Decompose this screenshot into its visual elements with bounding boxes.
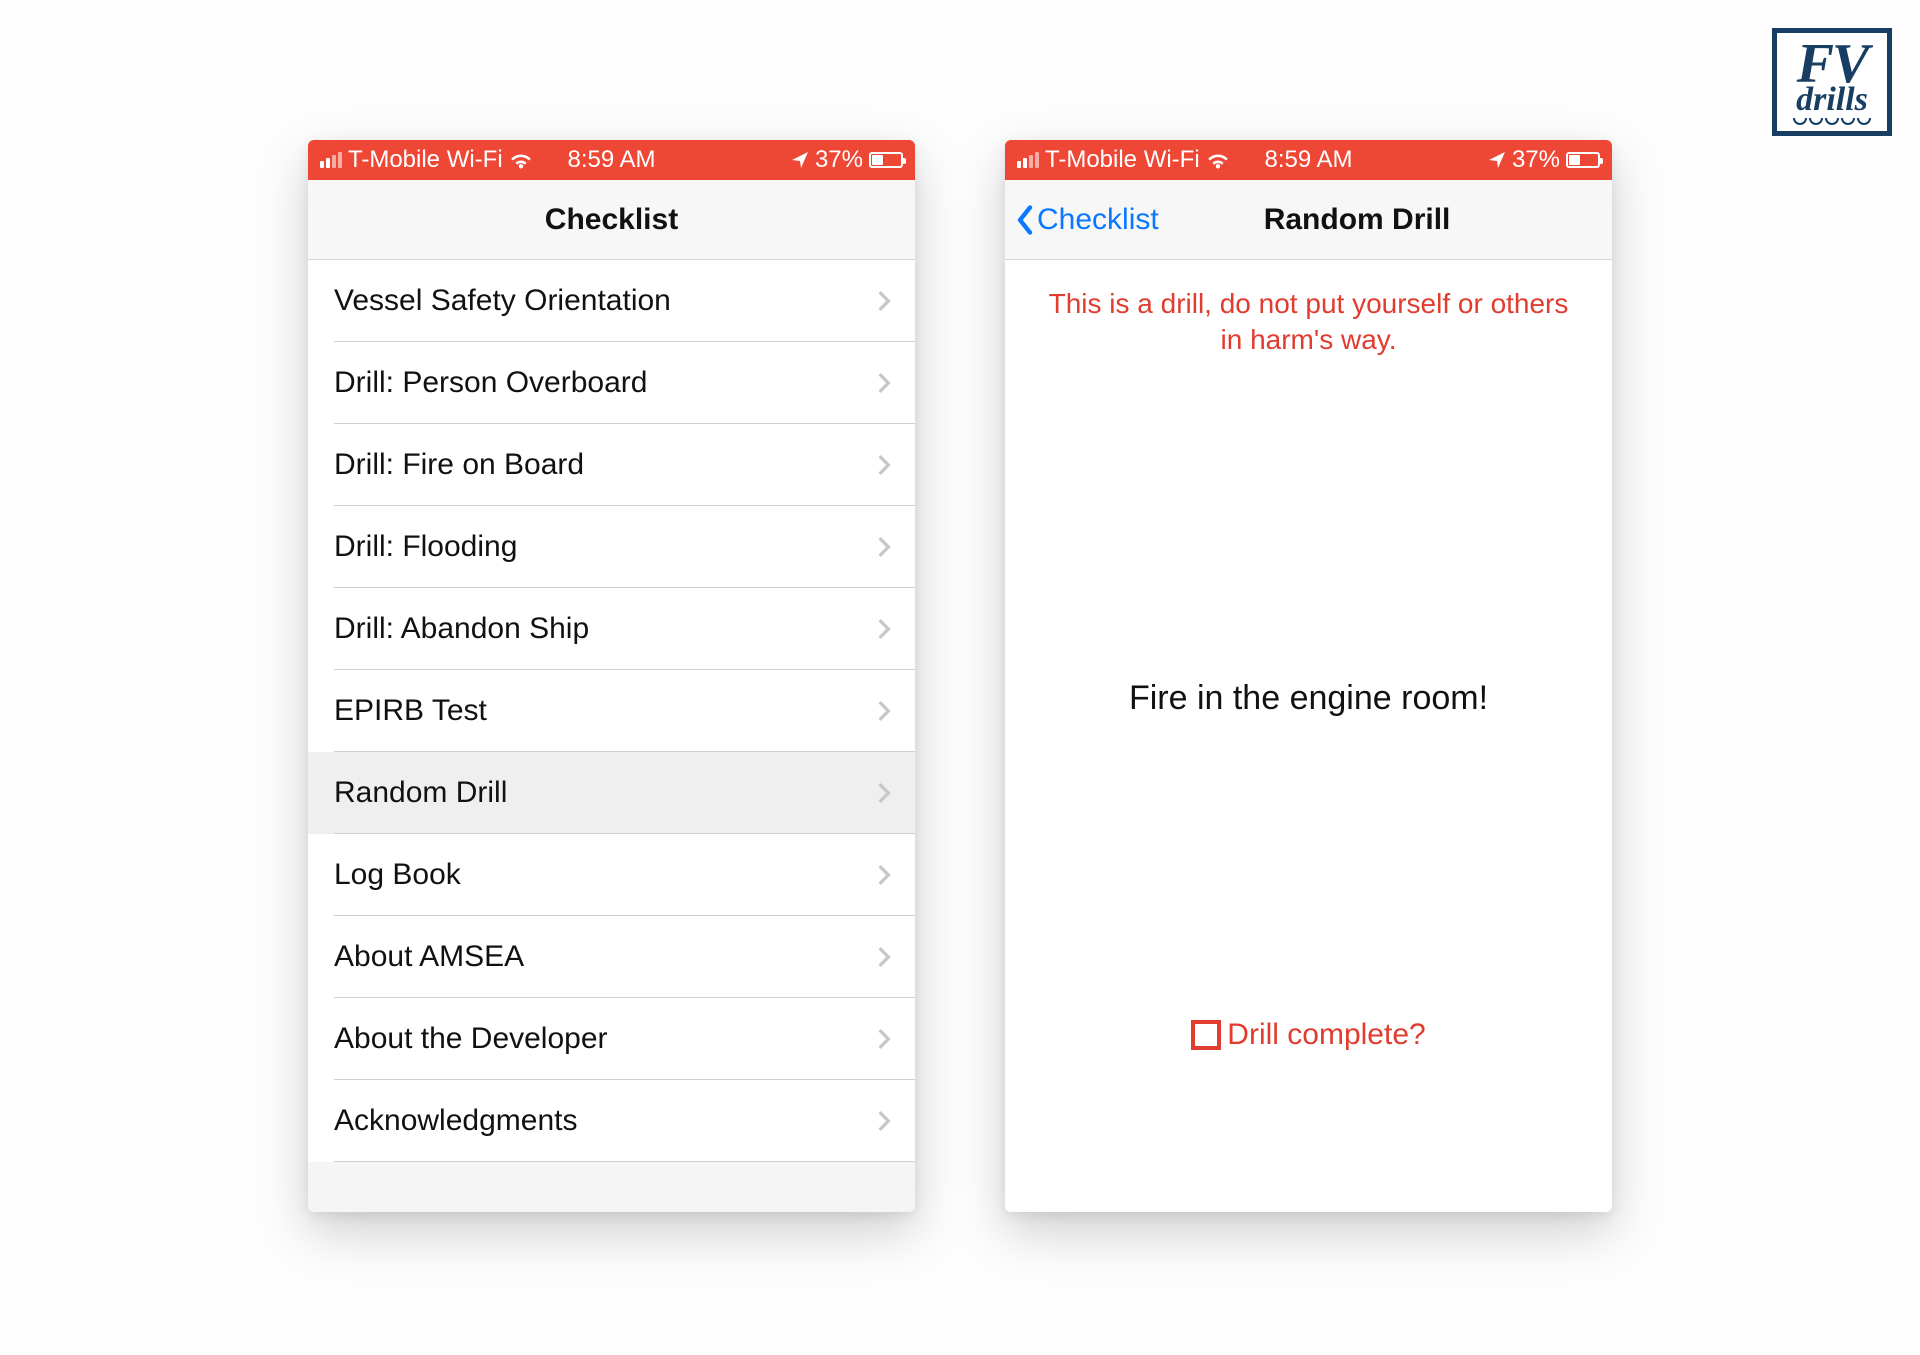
chevron-right-icon (877, 700, 891, 722)
checklist-item[interactable]: Drill: Abandon Ship (308, 588, 915, 670)
battery-icon (869, 152, 903, 168)
chevron-right-icon (877, 372, 891, 394)
checklist-item[interactable]: EPIRB Test (308, 670, 915, 752)
checklist-item[interactable]: Drill: Person Overboard (308, 342, 915, 424)
carrier-label: T-Mobile Wi-Fi (1045, 146, 1200, 174)
wifi-icon (1206, 151, 1230, 169)
checkbox-empty-icon (1191, 1020, 1221, 1050)
checklist-item-label: Random Drill (334, 776, 507, 810)
nav-bar: Checklist Random Drill (1005, 180, 1612, 260)
checklist-item[interactable]: Log Book (308, 834, 915, 916)
chevron-right-icon (877, 536, 891, 558)
drill-body: This is a drill, do not put yourself or … (1005, 260, 1612, 1212)
drill-complete-button[interactable]: Drill complete? (1191, 1018, 1425, 1052)
checklist-item[interactable]: About the Developer (308, 998, 915, 1080)
page-title: Random Drill (1264, 203, 1451, 237)
chevron-right-icon (877, 946, 891, 968)
cell-signal-icon (320, 152, 342, 168)
checklist-item-label: About the Developer (334, 1022, 608, 1056)
checklist-item[interactable]: Vessel Safety Orientation (308, 260, 915, 342)
chevron-right-icon (877, 1028, 891, 1050)
nav-bar: Checklist (308, 180, 915, 260)
checklist-item-label: Vessel Safety Orientation (334, 284, 671, 318)
fv-drills-logo: FV drills (1772, 28, 1892, 136)
drill-warning: This is a drill, do not put yourself or … (1049, 286, 1569, 359)
checklist-item-label: Drill: Person Overboard (334, 366, 647, 400)
battery-pct: 37% (815, 146, 863, 174)
checklist-item[interactable]: Drill: Fire on Board (308, 424, 915, 506)
phone-random-drill: T-Mobile Wi-Fi 8:59 AM 37% Checklist (1005, 140, 1612, 1212)
checklist-item-label: Drill: Flooding (334, 530, 517, 564)
chevron-right-icon (877, 1110, 891, 1132)
logo-line-2: drills (1796, 85, 1868, 116)
chevron-right-icon (877, 290, 891, 312)
drill-scenario: Fire in the engine room! (1129, 679, 1488, 718)
checklist-item-label: Log Book (334, 858, 461, 892)
status-bar: T-Mobile Wi-Fi 8:59 AM 37% (1005, 140, 1612, 180)
logo-wave-icon (1793, 118, 1871, 125)
location-icon (1488, 151, 1506, 169)
battery-pct: 37% (1512, 146, 1560, 174)
cell-signal-icon (1017, 152, 1039, 168)
checklist-item[interactable]: Acknowledgments (308, 1080, 915, 1162)
back-label: Checklist (1037, 203, 1159, 237)
checklist-item[interactable]: About AMSEA (308, 916, 915, 998)
checklist-item-label: Drill: Fire on Board (334, 448, 584, 482)
drill-complete-label: Drill complete? (1227, 1018, 1425, 1052)
wifi-icon (509, 151, 533, 169)
chevron-right-icon (877, 782, 891, 804)
chevron-right-icon (877, 618, 891, 640)
chevron-right-icon (877, 864, 891, 886)
checklist-list: Vessel Safety Orientation Drill: Person … (308, 260, 915, 1212)
status-time: 8:59 AM (567, 146, 655, 174)
location-icon (791, 151, 809, 169)
checklist-item-label: Acknowledgments (334, 1104, 577, 1138)
battery-icon (1566, 152, 1600, 168)
checklist-item-label: About AMSEA (334, 940, 524, 974)
status-bar: T-Mobile Wi-Fi 8:59 AM 37% (308, 140, 915, 180)
chevron-left-icon (1015, 205, 1035, 235)
status-time: 8:59 AM (1264, 146, 1352, 174)
back-button[interactable]: Checklist (1005, 203, 1159, 237)
carrier-label: T-Mobile Wi-Fi (348, 146, 503, 174)
checklist-item-label: EPIRB Test (334, 694, 487, 728)
phone-checklist: T-Mobile Wi-Fi 8:59 AM 37% Checklist Ves… (308, 140, 915, 1212)
chevron-right-icon (877, 454, 891, 476)
checklist-item[interactable]: Drill: Flooding (308, 506, 915, 588)
page-title: Checklist (545, 203, 678, 237)
checklist-item-random-drill[interactable]: Random Drill (308, 752, 915, 834)
checklist-item-label: Drill: Abandon Ship (334, 612, 589, 646)
